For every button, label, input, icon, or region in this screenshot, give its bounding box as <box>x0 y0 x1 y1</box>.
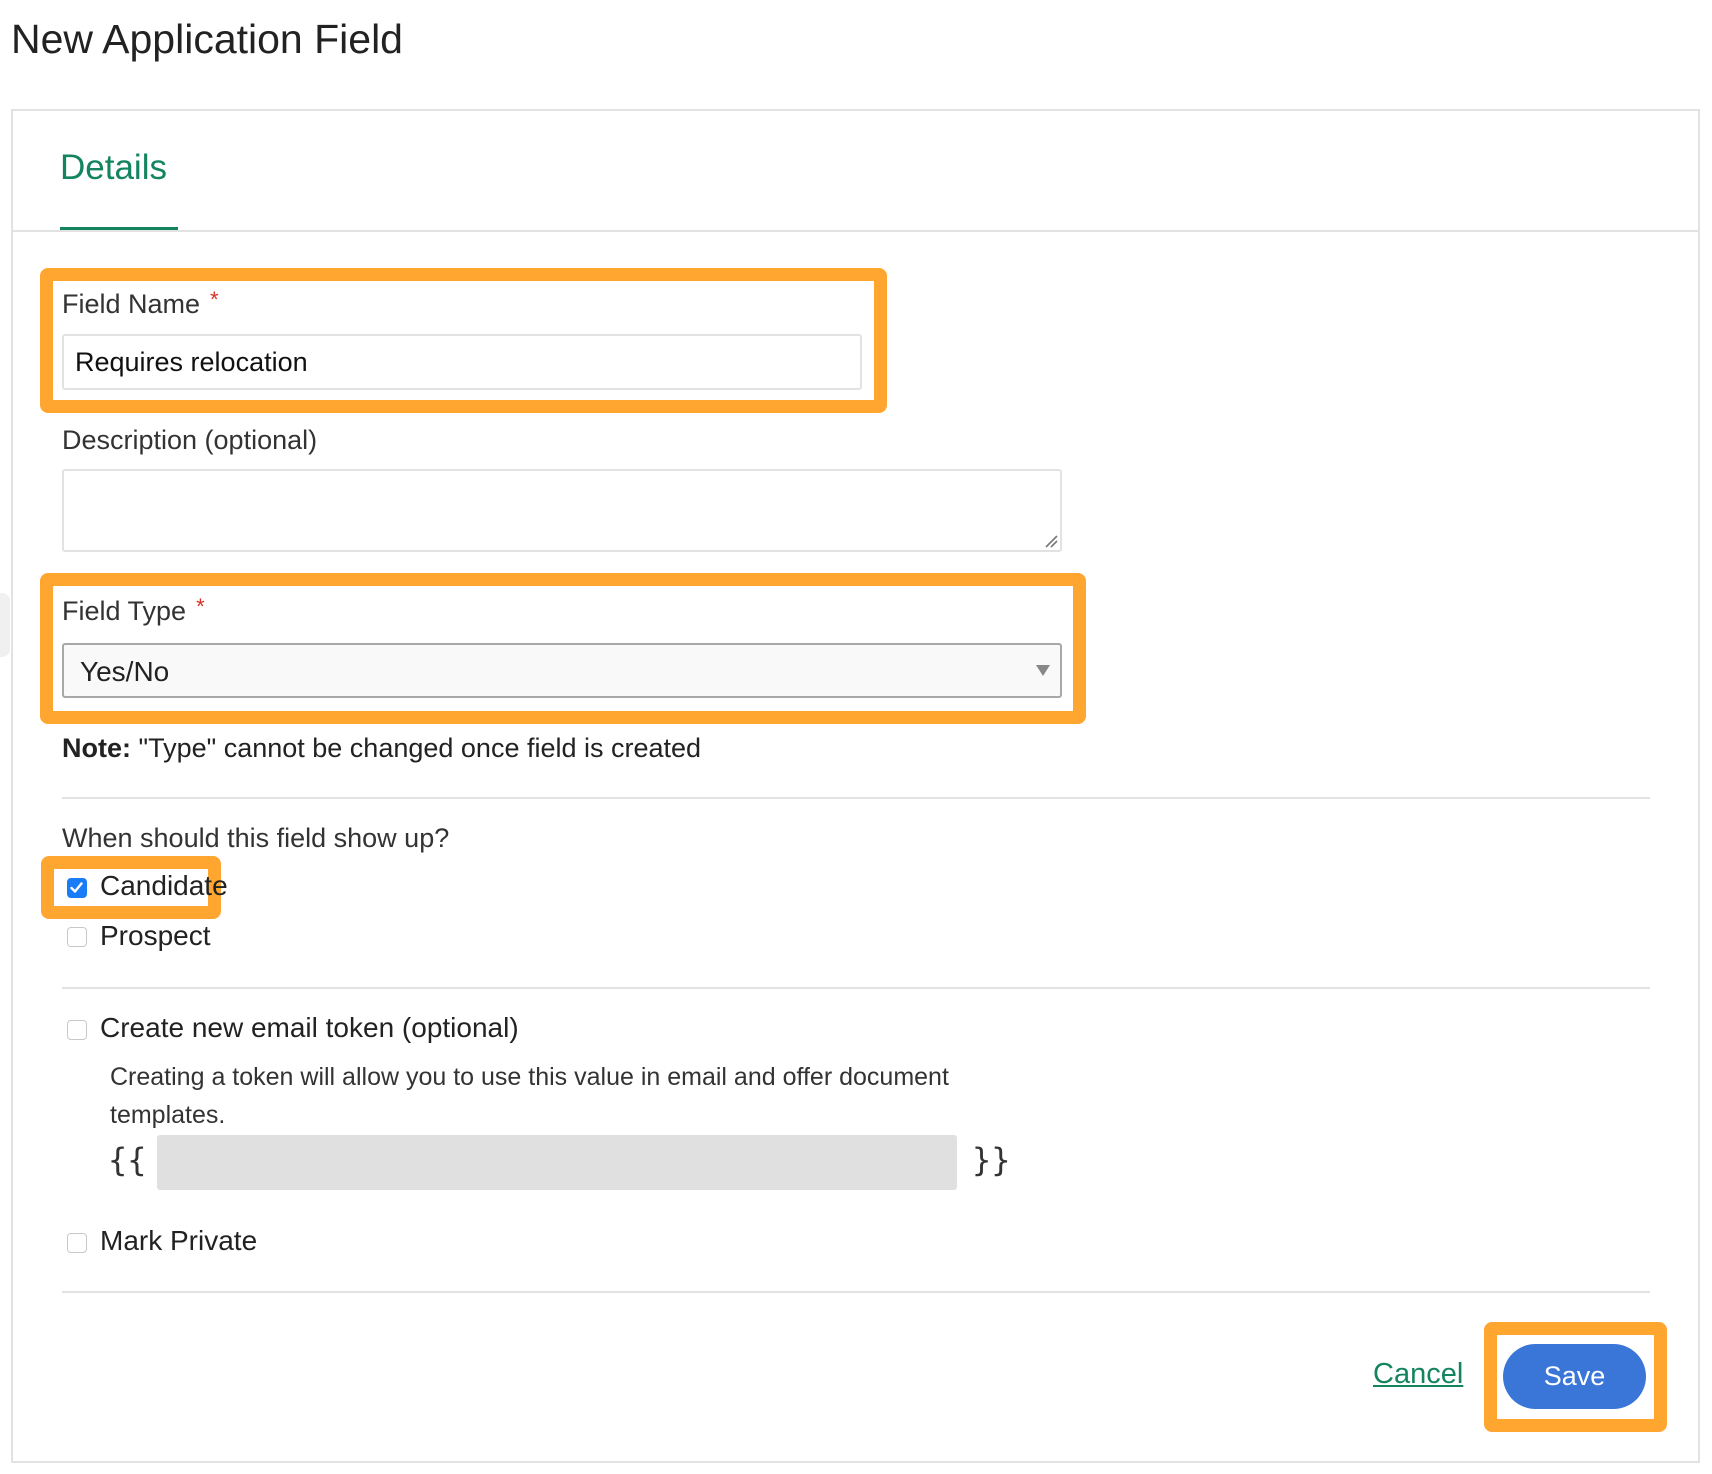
description-label: Description (optional) <box>62 425 318 455</box>
prospect-label[interactable]: Prospect <box>100 920 211 952</box>
visibility-question: When should this field show up? <box>62 823 450 853</box>
email-token-input[interactable] <box>157 1135 957 1190</box>
side-panel-handle[interactable] <box>0 593 10 657</box>
cancel-link[interactable]: Cancel <box>1373 1358 1463 1391</box>
mark-private-checkbox[interactable] <box>67 1233 87 1253</box>
field-name-input[interactable] <box>62 334 862 390</box>
token-open-brace: {{ <box>108 1141 147 1179</box>
email-token-help-line2: templates. <box>110 1101 226 1129</box>
email-token-label[interactable]: Create new email token (optional) <box>100 1012 519 1044</box>
mark-private-label[interactable]: Mark Private <box>100 1225 257 1257</box>
tab-bar-divider <box>11 230 1700 232</box>
checkmark-icon <box>70 882 83 893</box>
required-asterisk: * <box>196 594 205 619</box>
page-title: New Application Field <box>11 16 403 62</box>
section-divider <box>62 987 1650 989</box>
email-token-help: Creating a token will allow you to use t… <box>110 1058 1010 1134</box>
email-token-checkbox[interactable] <box>67 1020 87 1040</box>
field-type-selected-value: Yes/No <box>80 656 170 687</box>
field-type-label-text: Field Type <box>62 596 187 626</box>
field-type-select[interactable] <box>62 643 1062 698</box>
prospect-checkbox[interactable] <box>67 927 87 947</box>
resize-handle-icon[interactable] <box>1044 534 1058 548</box>
token-close-brace: }} <box>972 1141 1011 1179</box>
dropdown-arrow-icon <box>1036 665 1050 676</box>
tab-details[interactable]: Details <box>60 148 167 188</box>
email-token-help-line1: Creating a token will allow you to use t… <box>110 1063 949 1091</box>
required-asterisk: * <box>210 287 219 312</box>
section-divider <box>62 797 1650 799</box>
note-text: "Type" cannot be changed once field is c… <box>131 733 702 763</box>
field-name-label-text: Field Name <box>62 289 201 319</box>
candidate-checkbox[interactable] <box>67 878 87 898</box>
field-name-label: Field Name * <box>62 287 219 320</box>
save-button[interactable]: Save <box>1503 1344 1646 1409</box>
candidate-label[interactable]: Candidate <box>100 870 228 902</box>
footer-divider <box>62 1291 1650 1293</box>
type-note: Note: "Type" cannot be changed once fiel… <box>62 733 701 764</box>
description-textarea[interactable] <box>62 469 1062 552</box>
field-type-label: Field Type * <box>62 594 205 627</box>
note-prefix: Note: <box>62 733 131 763</box>
